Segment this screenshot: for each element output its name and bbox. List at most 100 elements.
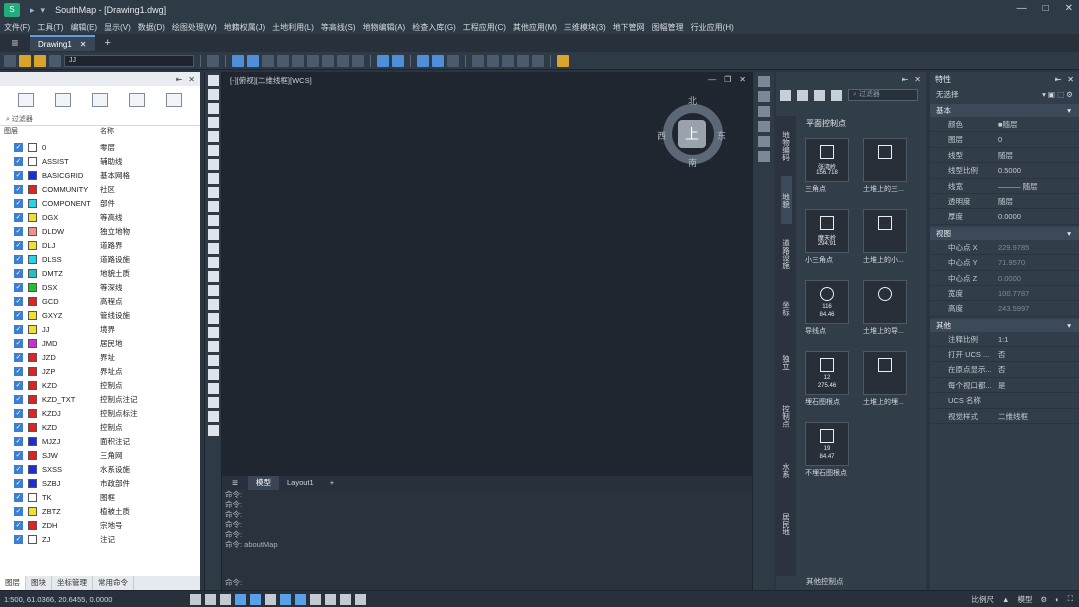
layer-row[interactable]: ✓ KZD_TXT 控制点注记 (0, 392, 200, 406)
draw-arc-icon[interactable] (207, 117, 219, 128)
viewport-label[interactable]: [-][俯视][二维线框][WCS] (230, 75, 312, 86)
layer-color-swatch[interactable] (28, 254, 37, 264)
palette-category-tab[interactable]: 独立 (781, 338, 792, 386)
layer-manager-icon[interactable] (4, 54, 16, 67)
property-row[interactable]: 宽度 100.7787 (930, 286, 1079, 302)
symbol-icon[interactable] (797, 89, 808, 101)
property-value[interactable]: 二维线框 (992, 409, 1072, 423)
layer-row[interactable]: ✓ DLSS 道路设施 (0, 252, 200, 266)
layer-visible-checkbox[interactable]: ✓ (14, 366, 23, 376)
property-row[interactable]: 中心点 Z 0.0000 (930, 271, 1079, 286)
property-value[interactable]: 随层 (992, 148, 1072, 162)
layer-color-swatch[interactable] (28, 492, 37, 502)
paste-icon[interactable] (307, 54, 319, 67)
layer-color-swatch[interactable] (28, 338, 37, 348)
palette-tile[interactable]: 土堆上的三... (863, 138, 909, 198)
layer-list-icon[interactable] (128, 93, 145, 107)
layer-row[interactable]: ✓ JJ 境界 (0, 322, 200, 336)
layer-row[interactable]: ✓ JZP 界址点 (0, 364, 200, 378)
open-folder-icon[interactable]: ▸ (30, 5, 35, 16)
transparency-toggle-icon[interactable] (310, 593, 321, 605)
pin-icon[interactable]: ⇤ (902, 75, 909, 84)
layer-color-swatch[interactable] (28, 436, 37, 446)
property-row[interactable]: UCS 名称 (930, 393, 1079, 409)
undo-icon[interactable] (377, 54, 389, 67)
draw-line-icon[interactable] (207, 75, 219, 86)
property-value[interactable]: 100.7787 (992, 286, 1072, 300)
draw-rect-icon[interactable] (207, 103, 219, 114)
mtext-icon[interactable] (207, 257, 219, 268)
property-value[interactable]: 229.9785 (992, 240, 1072, 254)
layer-visible-checkbox[interactable]: ✓ (14, 198, 23, 208)
panel-close-icon[interactable]: ✕ (1067, 75, 1074, 84)
strip-tool-icon[interactable] (757, 106, 770, 117)
menu-item[interactable]: 地籍权属(J) (224, 22, 265, 33)
isolate-icon[interactable]: ◐ (1055, 595, 1060, 604)
eraser-icon[interactable] (472, 54, 484, 67)
palette-category-tab[interactable]: 坐标 (781, 284, 792, 332)
layer-visible-checkbox[interactable]: ✓ (14, 282, 23, 292)
palette-category-tab[interactable]: 控制点 (781, 392, 792, 440)
property-value[interactable]: ——— 随层 (992, 179, 1072, 193)
layer-color-swatch[interactable] (28, 226, 37, 236)
property-section-header[interactable]: 视图 (930, 226, 1079, 240)
layer-row[interactable]: ✓ SZBJ 市政部件 (0, 476, 200, 490)
layer-row[interactable]: ✓ DGX 等高线 (0, 210, 200, 224)
layer-visible-checkbox[interactable]: ✓ (14, 254, 23, 264)
menu-item[interactable]: 显示(V) (104, 22, 131, 33)
layer-color-swatch[interactable] (28, 478, 37, 488)
layer-visible-checkbox[interactable]: ✓ (14, 534, 23, 544)
layer-visible-checkbox[interactable]: ✓ (14, 240, 23, 250)
lightbulb-icon[interactable] (19, 54, 31, 67)
pan-icon[interactable] (487, 54, 499, 67)
draw-polyline-icon[interactable] (207, 89, 219, 100)
palette-tile[interactable]: 土堆上的埋... (863, 351, 909, 411)
menu-item[interactable]: 地物编辑(A) (363, 22, 406, 33)
layer-color-swatch[interactable] (28, 324, 37, 334)
workspace-icon[interactable]: ⚙ (1040, 595, 1047, 604)
layer-row[interactable]: ✓ ZBTZ 植被土质 (0, 504, 200, 518)
property-value[interactable]: 0.5000 (992, 163, 1072, 177)
property-value[interactable]: 否 (992, 347, 1072, 361)
layer-filter-input[interactable]: ⌕ 过滤器 (0, 114, 200, 126)
layer-row[interactable]: ✓ COMPONENT 部件 (0, 196, 200, 210)
layer-filter-icon[interactable] (91, 93, 108, 107)
layer-row[interactable]: ✓ JZD 界址 (0, 350, 200, 364)
layer-visible-checkbox[interactable]: ✓ (14, 492, 23, 502)
draw-point-icon[interactable] (207, 187, 219, 198)
property-row[interactable]: 线宽 ——— 随层 (930, 179, 1079, 194)
property-row[interactable]: 透明度 随层 (930, 194, 1079, 210)
layer-color-swatch[interactable] (28, 352, 37, 362)
layer-state-icon[interactable] (55, 93, 72, 107)
menu-item[interactable]: 土地利用(L) (272, 22, 314, 33)
property-value[interactable]: 随层 (992, 194, 1072, 208)
layer-row[interactable]: ✓ MJZJ 面积注记 (0, 434, 200, 448)
layer-refresh-icon[interactable] (165, 93, 182, 107)
layer-visible-checkbox[interactable]: ✓ (14, 436, 23, 446)
dyn-input-toggle-icon[interactable] (280, 593, 291, 605)
layer-row[interactable]: ✓ SXSS 水系设施 (0, 462, 200, 476)
property-value[interactable]: 71.9570 (992, 255, 1072, 269)
offset-icon[interactable] (207, 341, 219, 352)
palette-bottom-title[interactable]: 其他控制点 (806, 576, 844, 587)
palette-tile[interactable]: 19 84.47 不埋石图根点 (805, 422, 851, 482)
draw-circle-icon[interactable] (207, 131, 219, 142)
menu-item[interactable]: 绘图处理(W) (172, 22, 217, 33)
scale-label[interactable]: 比例尺 (972, 594, 995, 605)
property-value[interactable]: 1:1 (992, 332, 1072, 346)
zoom-previous-icon[interactable] (517, 54, 529, 67)
palette-tile[interactable]: 12 275.46 埋石图根点 (805, 351, 851, 411)
layer-visible-checkbox[interactable]: ✓ (14, 352, 23, 362)
layer-color-swatch[interactable] (28, 520, 37, 530)
property-row[interactable]: 颜色 ■随层 (930, 117, 1079, 133)
viewport-restore-icon[interactable]: ❐ (724, 75, 731, 84)
layer-panel-tab[interactable]: 图块 (26, 576, 52, 590)
layer-visible-checkbox[interactable]: ✓ (14, 212, 23, 222)
add-layout-button[interactable]: + (322, 476, 342, 490)
layer-color-swatch[interactable] (28, 184, 37, 194)
model-label[interactable]: 模型 (1017, 594, 1032, 605)
match-layer-icon[interactable] (207, 54, 219, 67)
layer-visible-checkbox[interactable]: ✓ (14, 450, 23, 460)
palette-category-tab[interactable]: 地貌 (780, 176, 792, 224)
property-row[interactable]: 高度 243.5997 (930, 301, 1079, 317)
